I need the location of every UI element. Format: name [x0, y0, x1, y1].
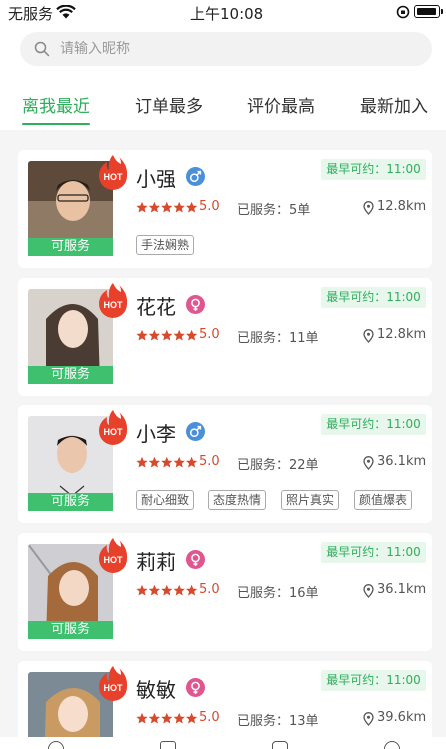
location-pin-icon: [363, 456, 374, 470]
rating-stars-icon: [136, 584, 198, 596]
available-badge: 可服务: [28, 621, 113, 639]
distance: 12.8km: [377, 327, 427, 342]
hot-label: HOT: [104, 172, 124, 182]
home-tab-icon[interactable]: [48, 741, 64, 749]
rating-stars-icon: [136, 456, 198, 468]
rating-stars-icon: [136, 201, 198, 213]
clock: 上午10:08: [190, 5, 264, 23]
hot-label: HOT: [104, 427, 124, 437]
earliest-time-badge: 最早可约：11:00: [321, 670, 426, 691]
earliest-time-badge: 最早可约：11:00: [321, 414, 426, 435]
search-icon: [34, 41, 50, 57]
female-icon: [186, 550, 205, 569]
distance: 36.1km: [377, 454, 427, 469]
male-icon: [186, 167, 205, 186]
hot-badge: HOT: [99, 155, 128, 190]
hot-badge: HOT: [99, 283, 128, 318]
tab-newest[interactable]: 最新加入: [360, 92, 428, 117]
location-pin-icon: [363, 584, 374, 598]
carrier-label: 无服务: [8, 5, 54, 23]
rating-value: 5.0: [199, 710, 220, 725]
therapist-card[interactable]: 可服务 HOT 莉莉 最早可约：11:00 5.0 已服务：16单 36.1km: [18, 533, 432, 651]
therapist-name: 小李: [136, 422, 176, 446]
hot-label: HOT: [104, 300, 124, 310]
female-icon: [186, 295, 205, 314]
search-bar: [0, 24, 446, 74]
hot-label: HOT: [104, 683, 124, 693]
earliest-time-badge: 最早可约：11:00: [321, 542, 426, 563]
male-icon: [186, 422, 205, 441]
skill-tag: 照片真实: [281, 490, 340, 510]
therapist-card[interactable]: 可服务 HOT 小强 最早可约：11:00 5.0 已服务：5单 12.8km …: [18, 150, 432, 268]
rating-value: 5.0: [199, 582, 220, 597]
bottom-tab-bar: [0, 737, 446, 749]
served-count: 已服务：5单: [237, 203, 311, 218]
location-pin-icon: [363, 329, 374, 343]
served-count: 已服务：13单: [237, 714, 319, 729]
therapist-name: 敏敏: [136, 678, 176, 702]
hot-badge: HOT: [99, 410, 128, 445]
rating-value: 5.0: [199, 327, 220, 342]
wifi-icon: [56, 5, 76, 19]
rating-stars-icon: [136, 712, 198, 724]
hot-badge: HOT: [99, 666, 128, 701]
available-badge: 可服务: [28, 366, 113, 384]
female-icon: [186, 678, 205, 697]
tab-top-rated[interactable]: 评价最高: [247, 92, 315, 117]
therapist-name: 小强: [136, 167, 176, 191]
location-pin-icon: [363, 201, 374, 215]
status-bar: 无服务 上午10:08: [0, 0, 446, 24]
battery-icon: [414, 5, 443, 18]
orders-tab-icon[interactable]: [160, 741, 176, 749]
therapist-card[interactable]: 可服务 HOT 小李 最早可约：11:00 5.0 已服务：22单 36.1km…: [18, 405, 432, 523]
distance: 36.1km: [377, 582, 427, 597]
messages-tab-icon[interactable]: [272, 741, 288, 749]
tab-nearest[interactable]: 离我最近: [22, 92, 90, 125]
earliest-time-badge: 最早可约：11:00: [321, 159, 426, 180]
location-pin-icon: [363, 712, 374, 726]
therapist-card[interactable]: HOT 敏敏 最早可约：11:00 5.0 已服务：13单 39.6km: [18, 661, 432, 749]
sort-tabs: 离我最近 订单最多 评价最高 最新加入: [0, 74, 446, 130]
therapist-name: 莉莉: [136, 550, 176, 574]
profile-tab-icon[interactable]: [384, 741, 400, 749]
skill-tag: 耐心细致: [136, 490, 195, 510]
served-count: 已服务：16单: [237, 586, 319, 601]
skill-tag: 态度热情: [208, 490, 267, 510]
hot-label: HOT: [104, 555, 124, 565]
distance: 39.6km: [377, 710, 427, 725]
rating-stars-icon: [136, 329, 198, 341]
search-box[interactable]: [20, 32, 432, 66]
tab-most-orders[interactable]: 订单最多: [135, 92, 203, 117]
therapist-name: 花花: [136, 295, 176, 319]
distance: 12.8km: [377, 199, 427, 214]
skill-tag: 颜值爆表: [354, 490, 413, 510]
rating-value: 5.0: [199, 454, 220, 469]
hot-badge: HOT: [99, 538, 128, 573]
orientation-lock-icon: [396, 5, 410, 19]
search-input[interactable]: [60, 38, 410, 60]
earliest-time-badge: 最早可约：11:00: [321, 287, 426, 308]
therapist-card[interactable]: 可服务 HOT 花花 最早可约：11:00 5.0 已服务：11单 12.8km: [18, 278, 432, 396]
skill-tag: 手法娴熟: [136, 235, 195, 255]
available-badge: 可服务: [28, 493, 113, 511]
available-badge: 可服务: [28, 238, 113, 256]
served-count: 已服务：11单: [237, 331, 319, 346]
served-count: 已服务：22单: [237, 458, 319, 473]
rating-value: 5.0: [199, 199, 220, 214]
